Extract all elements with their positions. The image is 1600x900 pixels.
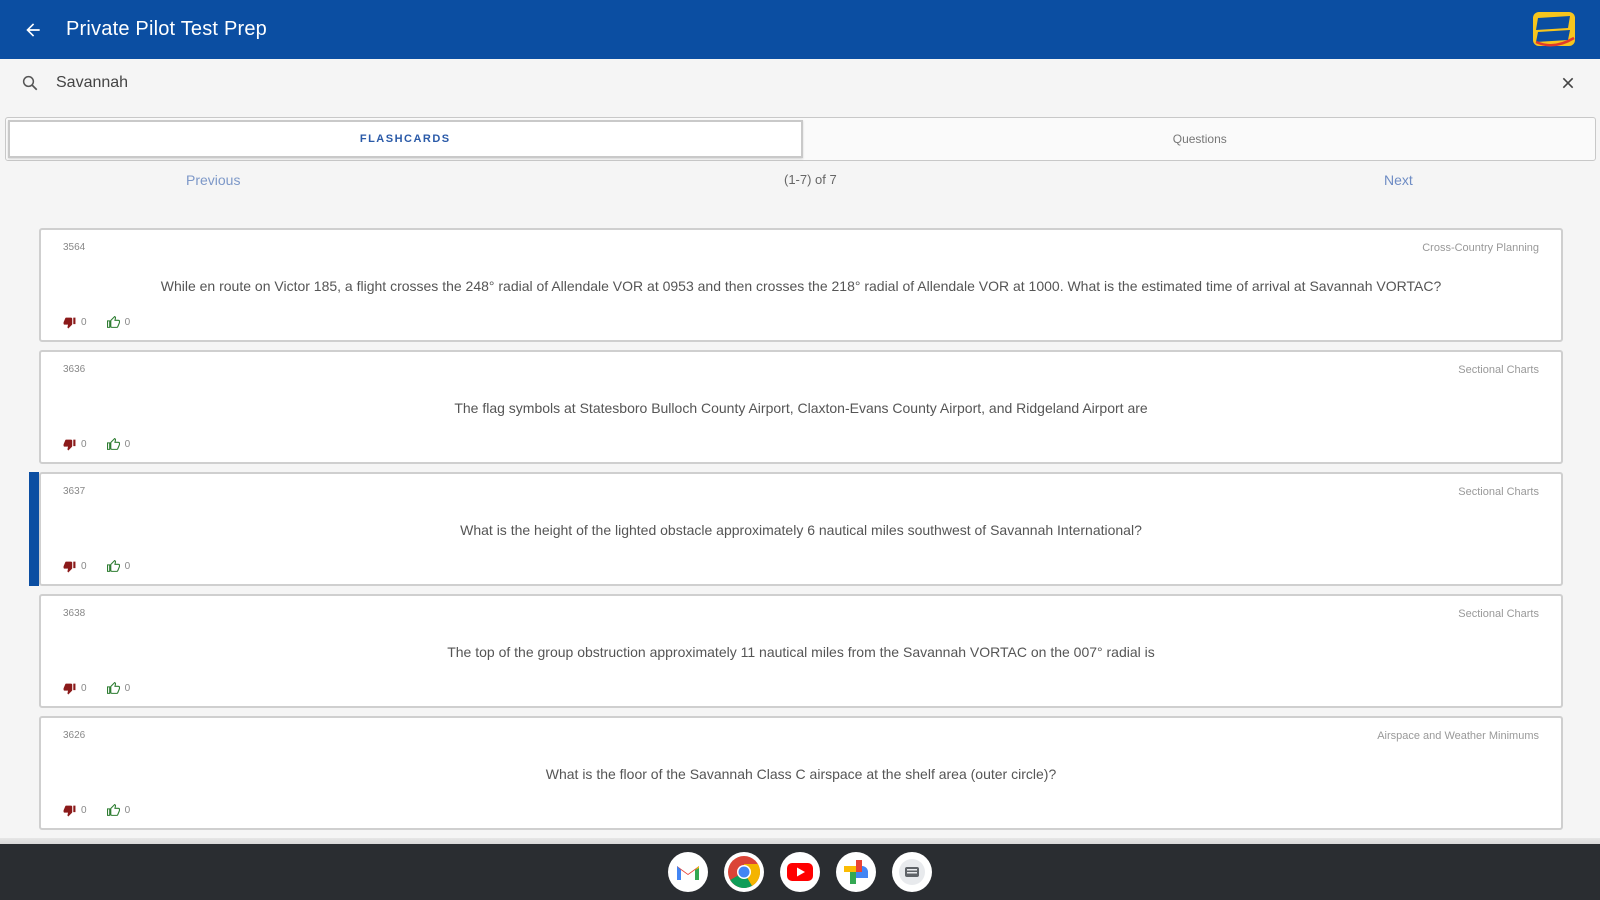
like-count: 0 bbox=[124, 805, 131, 816]
thumbs-up-icon bbox=[106, 560, 120, 572]
like-count: 0 bbox=[124, 561, 131, 572]
dislike-button[interactable]: 0 bbox=[63, 316, 87, 329]
back-button[interactable] bbox=[0, 0, 66, 59]
chrome-app[interactable] bbox=[724, 852, 764, 892]
dislike-count: 0 bbox=[81, 683, 87, 694]
thumbs-down-icon bbox=[63, 683, 76, 695]
like-button[interactable]: 0 bbox=[106, 804, 131, 817]
next-button[interactable]: Next bbox=[1384, 172, 1413, 188]
thumbs-down-icon bbox=[63, 439, 76, 451]
search-bar bbox=[0, 59, 1600, 107]
messages-app[interactable] bbox=[892, 852, 932, 892]
card-question: What is the height of the lighted obstac… bbox=[460, 522, 1142, 538]
card-votes: 0 0 bbox=[63, 560, 150, 573]
like-button[interactable]: 0 bbox=[106, 438, 131, 451]
tab-flashcards[interactable]: FLASHCARDS bbox=[8, 120, 803, 158]
gmail-app[interactable] bbox=[668, 852, 708, 892]
like-count: 0 bbox=[124, 317, 131, 328]
card-id: 3626 bbox=[63, 730, 86, 741]
like-button[interactable]: 0 bbox=[106, 560, 131, 573]
thumbs-up-icon bbox=[106, 438, 120, 450]
card-category: Sectional Charts bbox=[1458, 608, 1539, 620]
app-title: Private Pilot Test Prep bbox=[66, 18, 267, 40]
like-count: 0 bbox=[124, 439, 131, 450]
like-count: 0 bbox=[124, 683, 131, 694]
card-id: 3638 bbox=[63, 608, 86, 619]
card-question: What is the floor of the Savannah Class … bbox=[545, 766, 1057, 782]
messages-icon bbox=[899, 859, 925, 885]
thumbs-down-icon bbox=[63, 317, 76, 329]
photos-icon bbox=[844, 860, 868, 884]
gmail-icon bbox=[677, 866, 699, 880]
dislike-count: 0 bbox=[81, 805, 87, 816]
photos-app[interactable] bbox=[836, 852, 876, 892]
dislike-button[interactable]: 0 bbox=[63, 560, 87, 573]
like-button[interactable]: 0 bbox=[106, 316, 131, 329]
king-schools-logo bbox=[1533, 12, 1575, 47]
search-input[interactable] bbox=[54, 73, 1518, 93]
pagination: Previous (1-7) of 7 Next bbox=[0, 172, 1600, 196]
card-category: Sectional Charts bbox=[1458, 364, 1539, 376]
card-id: 3564 bbox=[63, 242, 86, 253]
youtube-icon bbox=[787, 863, 813, 881]
card-votes: 0 0 bbox=[63, 316, 150, 329]
tab-questions[interactable]: Questions bbox=[805, 118, 1596, 160]
flashcard-card-selected[interactable]: 3637 Sectional Charts What is the height… bbox=[29, 472, 1563, 586]
previous-button[interactable]: Previous bbox=[186, 172, 240, 188]
chrome-icon bbox=[728, 856, 761, 889]
thumbs-up-icon bbox=[106, 804, 120, 816]
like-button[interactable]: 0 bbox=[106, 682, 131, 695]
os-shelf bbox=[0, 844, 1600, 900]
card-votes: 0 0 bbox=[63, 438, 150, 451]
card-id: 3637 bbox=[63, 486, 86, 497]
thumbs-up-icon bbox=[106, 682, 120, 694]
dislike-count: 0 bbox=[81, 317, 87, 328]
flashcard-list: 3564 Cross-Country Planning While en rou… bbox=[29, 228, 1563, 838]
clear-search-button[interactable] bbox=[1556, 71, 1580, 95]
dislike-count: 0 bbox=[81, 561, 87, 572]
app-bar: Private Pilot Test Prep bbox=[0, 0, 1600, 59]
flashcard-card[interactable]: 3636 Sectional Charts The flag symbols a… bbox=[39, 350, 1563, 464]
card-question: The top of the group obstruction approxi… bbox=[447, 644, 1155, 660]
flashcard-card[interactable]: 3638 Sectional Charts The top of the gro… bbox=[39, 594, 1563, 708]
thumbs-down-icon bbox=[63, 805, 76, 817]
card-category: Sectional Charts bbox=[1458, 486, 1539, 498]
tab-bar: FLASHCARDS Questions bbox=[5, 117, 1596, 161]
dislike-button[interactable]: 0 bbox=[63, 682, 87, 695]
page-count: (1-7) of 7 bbox=[784, 172, 837, 187]
thumbs-up-icon bbox=[106, 316, 120, 328]
dislike-button[interactable]: 0 bbox=[63, 438, 87, 451]
flashcard-card[interactable]: 3626 Airspace and Weather Minimums What … bbox=[39, 716, 1563, 830]
card-category: Cross-Country Planning bbox=[1422, 242, 1539, 254]
youtube-app[interactable] bbox=[780, 852, 820, 892]
card-votes: 0 0 bbox=[63, 682, 150, 695]
dislike-button[interactable]: 0 bbox=[63, 804, 87, 817]
card-category: Airspace and Weather Minimums bbox=[1377, 730, 1539, 742]
arrow-left-icon bbox=[26, 22, 40, 37]
card-question: While en route on Victor 185, a flight c… bbox=[160, 278, 1442, 294]
close-icon bbox=[1562, 77, 1574, 89]
flashcard-card[interactable]: 3564 Cross-Country Planning While en rou… bbox=[39, 228, 1563, 342]
search-icon bbox=[20, 73, 40, 93]
dislike-count: 0 bbox=[81, 439, 87, 450]
card-id: 3636 bbox=[63, 364, 86, 375]
thumbs-down-icon bbox=[63, 561, 76, 573]
card-question: The flag symbols at Statesboro Bulloch C… bbox=[454, 400, 1148, 416]
card-votes: 0 0 bbox=[63, 804, 150, 817]
